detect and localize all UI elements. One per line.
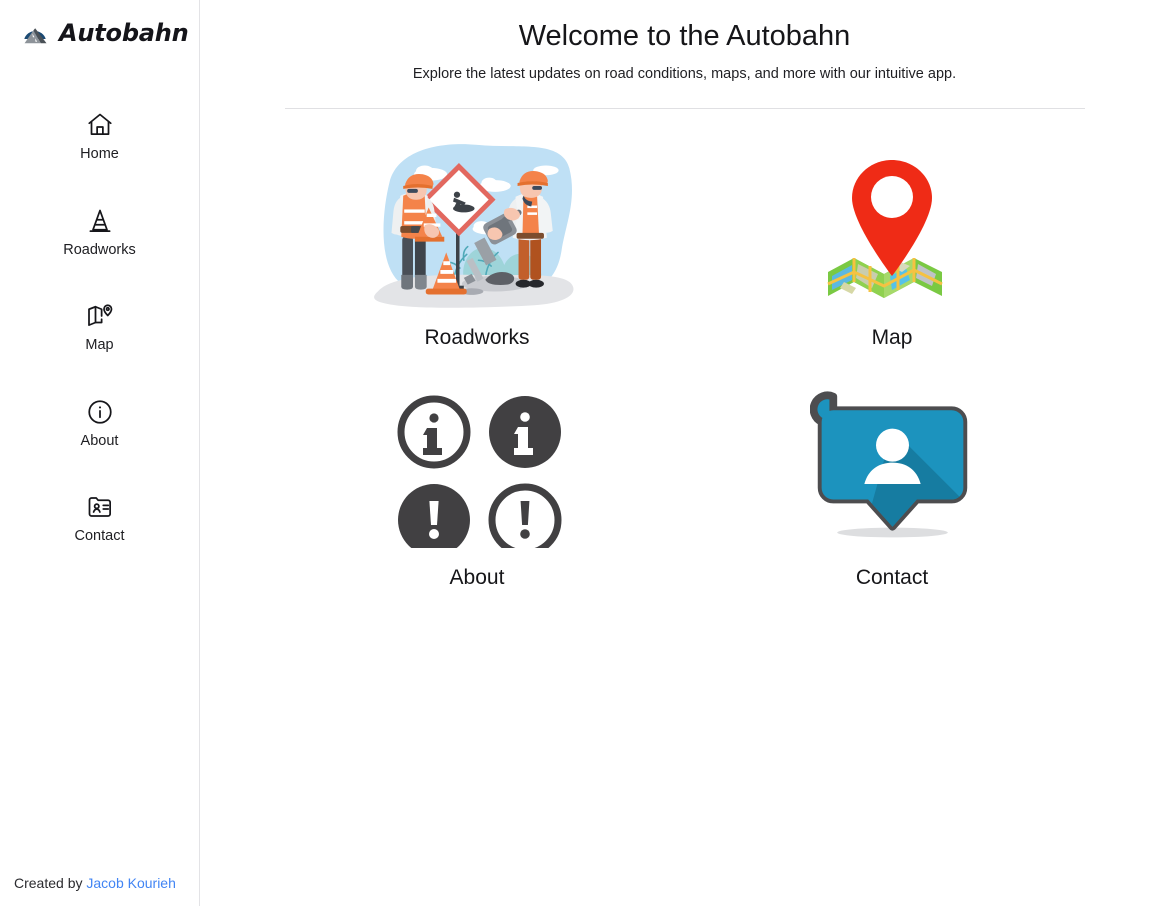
card-about[interactable]: About bbox=[270, 375, 685, 615]
card-contact[interactable]: Contact bbox=[685, 375, 1100, 615]
contact-card-icon bbox=[85, 492, 115, 522]
header-divider bbox=[284, 107, 1085, 109]
card-map[interactable]: Map bbox=[685, 135, 1100, 375]
sidebar-item-map[interactable]: Map bbox=[0, 293, 199, 361]
card-label: About bbox=[449, 565, 505, 589]
sidebar-item-about[interactable]: About bbox=[0, 389, 199, 457]
footer-credit: Created by Jacob Kourieh bbox=[14, 875, 176, 891]
feature-card-grid: Roadworks Map About Contact bbox=[270, 135, 1100, 615]
page-subtitle: Explore the latest updates on road condi… bbox=[412, 65, 957, 82]
contact-bubble-illustration-icon bbox=[809, 375, 975, 561]
sidebar-item-home[interactable]: Home bbox=[0, 102, 199, 170]
page-title: Welcome to the Autobahn bbox=[518, 20, 851, 52]
sidebar-item-contact[interactable]: Contact bbox=[0, 484, 199, 552]
map-pin-illustration-icon bbox=[822, 135, 962, 321]
sidebar-item-label: Home bbox=[80, 146, 119, 162]
info-circle-icon bbox=[85, 397, 115, 427]
card-label: Contact bbox=[855, 565, 929, 589]
card-roadworks[interactable]: Roadworks bbox=[270, 135, 685, 375]
sidebar-item-label: About bbox=[80, 432, 119, 449]
footer-prefix: Created by bbox=[14, 875, 87, 891]
autobahn-road-logo-icon bbox=[20, 18, 50, 48]
app-root: Autobahn Home Roadworks Map About Contac… bbox=[0, 0, 1169, 906]
sidebar-item-label: Map bbox=[85, 337, 114, 353]
info-icons-illustration-icon bbox=[392, 375, 562, 561]
map-pin-icon bbox=[85, 301, 115, 331]
sidebar-item-label: Roadworks bbox=[63, 241, 136, 258]
author-link[interactable]: Jacob Kourieh bbox=[86, 875, 176, 891]
sidebar-item-label: Contact bbox=[74, 528, 125, 544]
traffic-cone-icon bbox=[85, 206, 115, 236]
card-label: Map bbox=[871, 325, 913, 349]
brand[interactable]: Autobahn bbox=[0, 0, 199, 52]
sidebar-nav: Home Roadworks Map About Contact bbox=[0, 102, 199, 552]
roadworks-illustration-icon bbox=[370, 135, 585, 321]
card-label: Roadworks bbox=[424, 325, 530, 349]
main-content: Welcome to the Autobahn Explore the late… bbox=[200, 0, 1169, 906]
home-icon bbox=[85, 110, 115, 140]
brand-name: Autobahn bbox=[59, 19, 189, 47]
sidebar: Autobahn Home Roadworks Map About Contac… bbox=[0, 0, 200, 906]
sidebar-item-roadworks[interactable]: Roadworks bbox=[0, 198, 199, 266]
